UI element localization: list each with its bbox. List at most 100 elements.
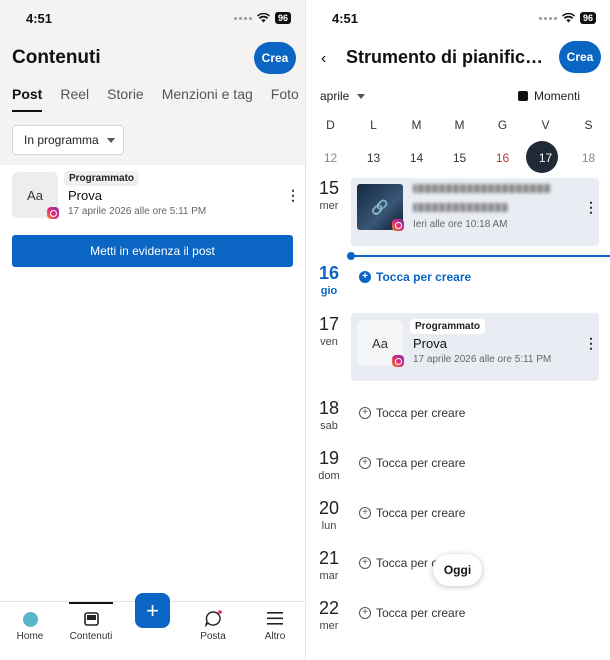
post-date: 17 aprile 2026 alle ore 5:11 PM: [68, 206, 207, 217]
status-bar: 4:51 96: [306, 0, 610, 36]
day-label-18: 18 sab: [307, 398, 351, 432]
day-label-17: 17 ven: [307, 314, 351, 348]
day-label-21: 21 mar: [307, 548, 351, 582]
tab-photos[interactable]: Foto: [271, 86, 299, 112]
active-tab-indicator: [69, 602, 113, 604]
week-day-15[interactable]: 15: [438, 151, 481, 165]
filter-label: In programma: [24, 133, 99, 147]
day-label-16: 16 gio: [307, 263, 351, 297]
tap-to-create-19[interactable]: + Tocca per creare: [359, 456, 465, 470]
week-day-12[interactable]: 12: [309, 151, 352, 165]
calendar-icon: [518, 91, 528, 101]
signal-icon: [538, 16, 557, 20]
tap-to-create-label: Tocca per creare: [376, 456, 466, 470]
plus-circle-icon: +: [359, 507, 371, 519]
moments-button[interactable]: Momenti: [518, 89, 580, 103]
wifi-icon: [561, 13, 575, 23]
more-options-icon[interactable]: ⋮: [286, 187, 300, 204]
tap-to-create-label: Tocca per creare: [376, 606, 466, 620]
status-badge: Programmato: [64, 171, 140, 186]
contents-screen: 4:51 96 Contenuti Crea Post Reel Storie …: [0, 0, 305, 660]
tap-to-create-22[interactable]: + Tocca per creare: [359, 606, 465, 620]
day-number: 17: [318, 314, 340, 334]
chat-icon: [183, 610, 243, 627]
today-button[interactable]: Oggi: [433, 554, 482, 586]
tap-to-create-16[interactable]: + Tocca per creare: [359, 270, 471, 284]
wifi-icon: [256, 13, 270, 23]
tap-to-create-18[interactable]: + Tocca per creare: [359, 406, 465, 420]
day-name: sab: [320, 420, 338, 432]
day-name: dom: [318, 470, 340, 482]
week-day-13[interactable]: 13: [352, 151, 395, 165]
status-icons: 96: [233, 12, 291, 24]
tap-to-create-label: Tocca per creare: [376, 406, 466, 420]
instagram-icon: [47, 207, 59, 219]
tap-to-create-20[interactable]: + Tocca per creare: [359, 506, 465, 520]
page-title: Contenuti: [12, 47, 101, 68]
weekday-label: V: [541, 118, 550, 132]
nav-home-label: Home: [16, 631, 44, 642]
day-label-22: 22 mer: [307, 598, 351, 632]
instagram-icon: [392, 355, 404, 367]
boost-post-button[interactable]: Metti in evidenza il post: [12, 235, 293, 267]
blurred-caption: [413, 184, 551, 193]
day-name: mar: [319, 570, 339, 582]
tab-stories[interactable]: Storie: [107, 86, 144, 112]
signal-icon: [233, 16, 252, 20]
nav-inbox-label: Posta: [200, 631, 226, 642]
chevron-down-icon: [357, 93, 366, 99]
week-day-16[interactable]: 16: [481, 151, 524, 165]
post-title: Prova: [68, 188, 102, 203]
create-button[interactable]: Crea: [559, 41, 601, 73]
plus-icon: +: [146, 597, 159, 623]
create-button[interactable]: Crea: [254, 42, 296, 74]
tap-to-create-label: Tocca per creare: [376, 506, 466, 520]
plus-circle-icon: +: [359, 271, 371, 283]
tab-reel[interactable]: Reel: [60, 86, 89, 112]
nav-contents[interactable]: Contenuti: [61, 610, 121, 642]
day-number: 18: [318, 398, 340, 418]
week-day-14[interactable]: 14: [395, 151, 438, 165]
nav-inbox[interactable]: Posta: [183, 610, 243, 642]
more-options-icon[interactable]: ⋮: [584, 199, 598, 216]
battery-icon: 96: [274, 12, 291, 24]
battery-icon: 96: [579, 12, 596, 24]
day-number: 16: [318, 263, 340, 283]
week-days: 12 13 14 15 16 17 18: [309, 151, 610, 165]
day-name: lun: [321, 520, 337, 532]
blurred-caption: [413, 203, 508, 212]
tab-mentions[interactable]: Menzioni e tag: [162, 86, 253, 112]
weekday-label: M: [411, 118, 422, 132]
weekday-label: M: [454, 118, 465, 132]
create-fab[interactable]: +: [135, 593, 170, 628]
day-number: 15: [318, 178, 340, 198]
week-day-18[interactable]: 18: [567, 151, 610, 165]
nav-contents-label: Contenuti: [69, 631, 113, 642]
status-icons: 96: [538, 12, 596, 24]
more-options-icon[interactable]: ⋮: [584, 335, 598, 352]
weekday-label: S: [584, 118, 593, 132]
post-date: 17 aprile 2026 alle ore 5:11 PM: [413, 354, 552, 365]
plus-circle-icon: +: [359, 407, 371, 419]
weekday-header: D L M M G V S: [309, 118, 610, 132]
day-name: mer: [319, 200, 339, 212]
nav-more[interactable]: Altro: [245, 610, 305, 642]
day-label-20: 20 lun: [307, 498, 351, 532]
month-selector[interactable]: aprile: [320, 89, 366, 103]
plus-circle-icon: +: [359, 557, 371, 569]
filter-dropdown[interactable]: In programma: [12, 125, 124, 155]
instagram-icon: [392, 219, 404, 231]
tap-to-create-label: Tocca per creare: [376, 270, 472, 284]
weekday-label: G: [497, 118, 508, 132]
plus-circle-icon: +: [359, 607, 371, 619]
nav-home[interactable]: Home: [0, 610, 60, 642]
nav-more-label: Altro: [264, 631, 286, 642]
week-day-17[interactable]: 17: [524, 151, 567, 165]
status-time: 4:51: [332, 11, 359, 26]
tab-post[interactable]: Post: [12, 86, 43, 112]
home-icon: [22, 612, 38, 627]
weekday-label: D: [326, 118, 335, 132]
day-number: 19: [318, 448, 340, 468]
back-arrow-icon[interactable]: ‹: [321, 50, 326, 68]
status-badge: Programmato: [410, 319, 486, 334]
